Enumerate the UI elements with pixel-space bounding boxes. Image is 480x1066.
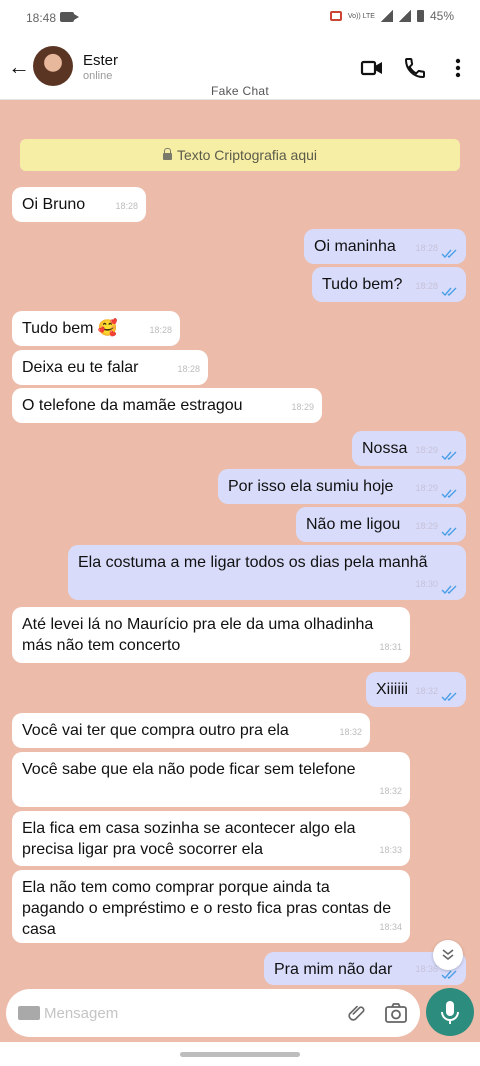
double-check-icon: [441, 527, 457, 536]
message-text: Até levei lá no Maurício pra ele da uma …: [22, 616, 374, 654]
mic-button[interactable]: [426, 988, 474, 1036]
video-call-icon[interactable]: [360, 56, 384, 80]
mic-icon: [441, 1001, 459, 1024]
contact-status: online: [83, 70, 113, 82]
message-time: 18:29: [415, 521, 438, 531]
message-text: Oi Bruno: [22, 196, 86, 213]
message-bubble[interactable]: Nossa 18:29: [352, 431, 466, 466]
message-time: 18:29: [415, 483, 438, 493]
message-bubble[interactable]: Deixa eu te falar 18:28: [12, 350, 208, 385]
double-check-icon: [441, 489, 457, 498]
message-bubble[interactable]: Oi maninha 18:28: [304, 229, 466, 264]
message-text: Xiiiiii: [376, 681, 408, 698]
message-bubble[interactable]: Não me ligou 18:29: [296, 507, 466, 542]
more-vert-icon[interactable]: [446, 56, 470, 80]
encryption-banner-text: Texto Criptografia aqui: [176, 147, 318, 163]
message-text: Não me ligou: [306, 516, 401, 533]
keyboard-icon[interactable]: [18, 1006, 40, 1020]
message-text: Deixa eu te falar: [22, 359, 139, 376]
message-text: Por isso ela sumiu hoje: [228, 478, 394, 495]
encryption-banner[interactable]: Texto Criptografia aqui: [20, 139, 460, 171]
message-text: Tudo bem 🥰: [22, 320, 118, 337]
message-text: Nossa: [362, 440, 408, 457]
app-label: Fake Chat: [210, 84, 270, 98]
message-bubble[interactable]: Xiiiiii 18:32: [366, 672, 466, 707]
nfc-icon: [329, 11, 342, 21]
message-bubble[interactable]: O telefone da mamãe estragou 18:29: [12, 388, 322, 423]
message-bubble[interactable]: Tudo bem 🥰 18:28: [12, 311, 180, 346]
message-bubble[interactable]: Ela fica em casa sozinha se acontecer al…: [12, 811, 410, 866]
message-time: 18:32: [415, 686, 438, 696]
message-time: 18:29: [415, 445, 438, 455]
message-time: 18:28: [115, 201, 138, 211]
message-bubble[interactable]: Você sabe que ela não pode ficar sem tel…: [12, 752, 410, 807]
double-check-icon: [441, 585, 457, 594]
signal-icon-2: [398, 10, 411, 22]
message-bubble[interactable]: Por isso ela sumiu hoje 18:29: [218, 469, 466, 504]
arrow-left-icon[interactable]: ←: [8, 56, 30, 78]
message-text: Você vai ter que compra outro pra ela: [22, 722, 289, 739]
message-time: 18:28: [177, 364, 200, 374]
double-check-icon: [441, 451, 457, 460]
message-time: 18:31: [379, 642, 402, 652]
network-label: Vo)) LTE: [347, 12, 375, 20]
message-time: 18:32: [379, 786, 402, 796]
message-time: 18:32: [339, 727, 362, 737]
chevron-double-down-icon: [442, 949, 454, 961]
message-text: Ela fica em casa sozinha se acontecer al…: [22, 820, 356, 858]
status-time: 18:48: [26, 11, 57, 25]
message-bubble[interactable]: Você vai ter que compra outro pra ela 18…: [12, 713, 370, 748]
chat-area[interactable]: Texto Criptografia aqui Oi Bruno 18:28 O…: [0, 100, 480, 1042]
scroll-down-button[interactable]: [433, 940, 463, 970]
message-bubble[interactable]: Oi Bruno 18:28: [12, 187, 146, 222]
status-bar: 18:48 Vo)) LTE 45%: [0, 0, 480, 36]
message-time: 18:29: [291, 402, 314, 412]
message-time: 18:28: [415, 281, 438, 291]
message-time: 18:28: [415, 243, 438, 253]
message-text: O telefone da mamãe estragou: [22, 397, 243, 414]
message-text: Você sabe que ela não pode ficar sem tel…: [22, 761, 356, 778]
contact-name[interactable]: Ester: [83, 52, 118, 69]
message-bubble[interactable]: Até levei lá no Maurício pra ele da uma …: [12, 607, 410, 663]
home-indicator[interactable]: [180, 1052, 300, 1057]
chat-header: ← Ester online Fake Chat: [0, 36, 480, 100]
message-text: Tudo bem?: [322, 276, 403, 293]
double-check-icon: [441, 249, 457, 258]
double-check-icon: [441, 970, 457, 979]
lock-icon: [162, 148, 172, 160]
message-text: Pra mim não dar: [274, 961, 393, 978]
screen-record-icon: [60, 12, 79, 22]
message-text: Ela costuma a me ligar todos os dias pel…: [78, 554, 428, 571]
status-right: Vo)) LTE 45%: [329, 9, 454, 23]
message-time: 18:28: [149, 325, 172, 335]
message-bubble[interactable]: Ela costuma a me ligar todos os dias pel…: [68, 545, 466, 600]
message-text: Ela não tem como comprar porque ainda ta…: [22, 879, 392, 938]
message-text: Oi maninha: [314, 238, 396, 255]
message-bubble[interactable]: Tudo bem? 18:28: [312, 267, 466, 302]
message-time: 18:30: [415, 579, 438, 589]
camera-icon[interactable]: [384, 1002, 408, 1024]
battery-icon: [416, 10, 424, 22]
navigation-bar: [0, 1042, 480, 1066]
double-check-icon: [441, 692, 457, 701]
battery-level: 45%: [429, 9, 454, 23]
paperclip-icon[interactable]: [346, 1002, 368, 1024]
message-time: 18:34: [379, 922, 402, 932]
signal-icon: [380, 10, 393, 22]
phone-icon[interactable]: [403, 56, 427, 80]
message-input[interactable]: [44, 1001, 294, 1025]
double-check-icon: [441, 287, 457, 296]
message-composer: [6, 989, 420, 1037]
message-bubble[interactable]: Ela não tem como comprar porque ainda ta…: [12, 870, 410, 943]
message-time: 18:33: [379, 845, 402, 855]
avatar[interactable]: [33, 46, 73, 86]
